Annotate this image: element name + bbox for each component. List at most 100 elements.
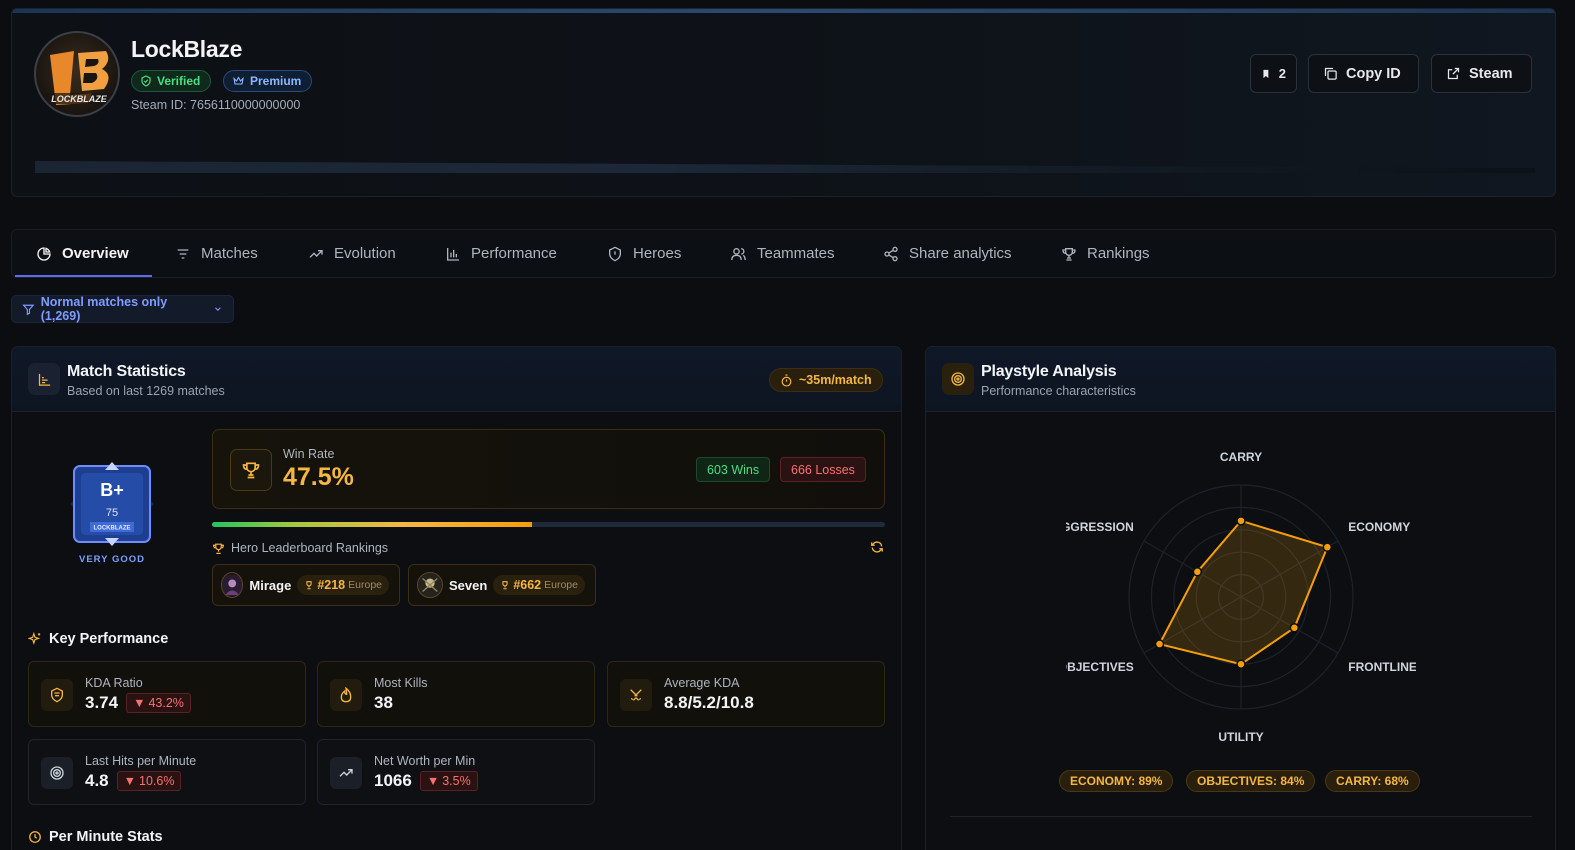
playstyle-tag: ECONOMY: 89%: [1059, 770, 1174, 792]
tab-label: Overview: [62, 245, 129, 262]
radar-point: [1192, 567, 1203, 577]
badge-icon: [51, 687, 63, 703]
radar-point: [1236, 659, 1246, 669]
avg-match-time: ~35m/match: [799, 373, 872, 387]
stat-value-row: 38: [374, 693, 393, 713]
crown-icon: [233, 76, 244, 85]
stat-value: 1066: [374, 771, 412, 790]
stat-delta: ▼ 43.2%: [126, 693, 191, 713]
stat-value-row: 1066 ▼ 3.5%: [374, 771, 478, 791]
tab-overview[interactable]: Overview: [36, 230, 129, 277]
stat-value-row: 3.74 ▼ 43.2%: [85, 693, 191, 713]
hero-rank-badge: #218 Europe: [297, 575, 389, 595]
filter-lines-icon: [177, 248, 189, 259]
hero-region: Europe: [544, 579, 578, 591]
stat-icon-box: [41, 679, 73, 711]
hero-region: Europe: [348, 579, 382, 591]
panel-subtitle: Performance characteristics: [981, 384, 1136, 398]
tab-label: Matches: [201, 245, 258, 262]
refresh-icon[interactable]: [870, 540, 884, 559]
radar-axis-label: UTILITY: [1218, 730, 1263, 744]
premium-badge: Premium: [223, 70, 313, 92]
tab-share-analytics[interactable]: Share analytics: [883, 230, 1012, 277]
hero-avatar-mirage: [221, 572, 244, 598]
tab-label: Evolution: [334, 245, 396, 262]
steam-button[interactable]: Steam: [1431, 54, 1532, 93]
win-rate-value: 47.5%: [283, 463, 354, 491]
stat-value-row: 8.8/5.2/10.8: [664, 693, 754, 713]
verified-badge: Verified: [131, 70, 212, 92]
active-tab-indicator: [15, 275, 152, 277]
stat-label: Last Hits per Minute: [85, 754, 197, 768]
stat-value-row: 4.8 ▼ 10.6%: [85, 771, 182, 791]
profile-header: LOCKBLAZE LockBlaze Verified Premium Ste…: [11, 8, 1556, 197]
steam-label: Steam: [1469, 65, 1513, 82]
radar-point: [1154, 639, 1165, 649]
tab-label: Heroes: [633, 245, 682, 262]
stat-delta-value: 10.6%: [139, 774, 175, 788]
tab-rankings[interactable]: Rankings: [1061, 230, 1150, 277]
target-icon: [951, 372, 965, 386]
funnel-icon: [22, 304, 35, 315]
win-rate-bar-fill: [212, 522, 532, 527]
radar-point: [1236, 516, 1246, 526]
stat-card-last-hits: Last Hits per Minute 4.8 ▼ 10.6%: [28, 739, 306, 805]
tab-performance[interactable]: Performance: [445, 230, 557, 277]
playstyle-tag: OBJECTIVES: 84%: [1186, 770, 1316, 792]
stat-value: 3.74: [85, 693, 119, 712]
hero-name: Seven: [449, 577, 488, 593]
stat-label: Net Worth per Min: [374, 754, 476, 768]
playstyle-analysis-panel: Playstyle Analysis Performance character…: [925, 346, 1556, 850]
target-icon: [50, 766, 64, 780]
bar-chart-icon: [38, 373, 50, 386]
bookmark-icon: [1263, 69, 1269, 78]
stat-card-kda-ratio: KDA Ratio 3.74 ▼ 43.2%: [28, 661, 306, 727]
tab-evolution[interactable]: Evolution: [308, 230, 396, 277]
rank-grade: B+: [100, 480, 124, 500]
radar-axis-label: AGGRESSION: [1066, 520, 1134, 534]
stat-icon-box: [620, 679, 652, 711]
copy-icon: [1324, 67, 1337, 80]
stat-value: 8.8/5.2/10.8: [664, 693, 754, 712]
match-filter-dropdown[interactable]: Normal matches only (1,269): [11, 295, 234, 323]
trending-up-icon: [339, 769, 353, 777]
users-icon: [731, 247, 746, 260]
stat-icon-box: [330, 757, 362, 789]
flame-icon: [340, 687, 352, 703]
tab-label: Share analytics: [909, 245, 1012, 262]
playstyle-radar-chart: CARRY ECONOMY FRONTLINE UTILITY OBJECTIVES AG…: [1066, 450, 1416, 744]
per-minute-stats-title: Per Minute Stats: [28, 829, 163, 845]
rank-badge: LOCKBLAZE B+ 75: [70, 462, 154, 546]
header-accent-bar: [12, 9, 1555, 13]
panel-icon: [942, 363, 974, 395]
radar-point: [1289, 623, 1300, 633]
hero-rank-badge: #662 Europe: [493, 575, 585, 595]
tab-bar: Overview Matches Evolution Performance H…: [11, 229, 1556, 278]
win-rate-label: Win Rate: [283, 447, 335, 461]
radar-series-area: [1158, 519, 1329, 666]
copy-id-label: Copy ID: [1346, 65, 1401, 82]
hero-rank-card-seven[interactable]: Seven #662 Europe: [408, 564, 596, 606]
tab-heroes[interactable]: Heroes: [607, 230, 681, 277]
key-performance-title-text: Key Performance: [49, 631, 169, 647]
tab-matches[interactable]: Matches: [175, 230, 258, 277]
stat-icon-box: [330, 679, 362, 711]
clock-icon: [29, 831, 41, 843]
stat-label: Most Kills: [374, 676, 428, 690]
bookmark-button[interactable]: 2: [1250, 54, 1297, 93]
panel-title: Playstyle Analysis: [981, 363, 1117, 380]
swords-icon: [630, 689, 642, 701]
share-icon: [884, 246, 898, 261]
tab-label: Teammates: [757, 245, 835, 262]
rank-score: 75: [105, 507, 119, 519]
chevron-down-icon: [215, 307, 221, 311]
win-rate-card: Win Rate 47.5% 603 Wins 666 Losses: [212, 429, 885, 509]
rank-label: VERY GOOD: [78, 554, 145, 565]
trophy-icon: [306, 581, 312, 590]
pie-chart-icon: [37, 246, 51, 261]
sparkles-icon: [28, 632, 41, 645]
verified-label: Verified: [157, 74, 201, 88]
tab-teammates[interactable]: Teammates: [730, 230, 835, 277]
copy-id-button[interactable]: Copy ID: [1308, 54, 1419, 93]
hero-rank-card-mirage[interactable]: Mirage #218 Europe: [212, 564, 400, 606]
